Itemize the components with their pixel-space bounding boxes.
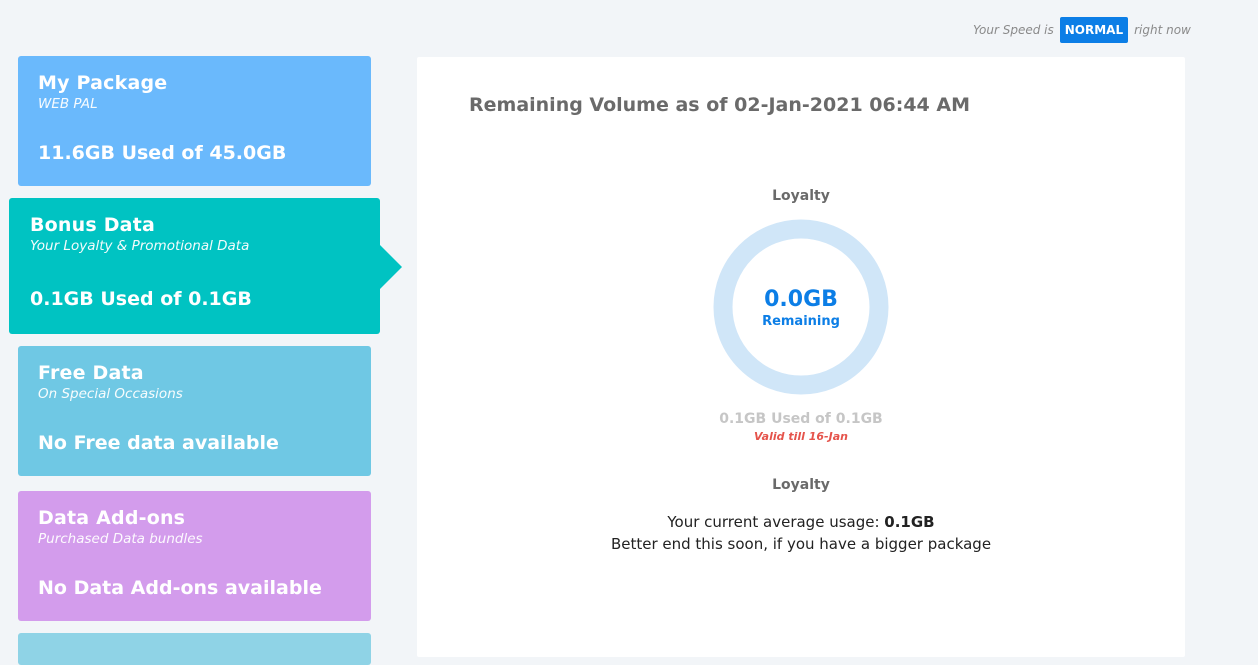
- free-data-card[interactable]: Free Data On Special Occasions No Free d…: [18, 346, 371, 476]
- card-usage: 0.1GB Used of 0.1GB: [30, 288, 252, 310]
- panel-title: Remaining Volume as of 02-Jan-2021 06:44…: [469, 94, 970, 116]
- speed-prefix: Your Speed is: [973, 23, 1054, 37]
- card-subtitle: Purchased Data bundles: [38, 531, 203, 547]
- card-subtitle: Your Loyalty & Promotional Data: [30, 238, 250, 254]
- bonus-data-card[interactable]: Bonus Data Your Loyalty & Promotional Da…: [9, 198, 402, 334]
- card-usage: No Data Add-ons available: [38, 577, 322, 599]
- card-subtitle: On Special Occasions: [38, 386, 183, 402]
- ring-label-top: Loyalty: [772, 188, 830, 204]
- ring-value: 0.0GB: [764, 287, 838, 312]
- speed-suffix: right now: [1134, 23, 1191, 37]
- advice-text: Better end this soon, if you have a bigg…: [610, 535, 992, 553]
- card-title: Data Add-ons: [38, 507, 186, 529]
- speed-status-badge: NORMAL: [1059, 17, 1129, 43]
- validity-text: Valid till 16-Jan: [754, 430, 848, 443]
- volume-panel: Remaining Volume as of 02-Jan-2021 06:44…: [417, 57, 1185, 657]
- selected-arrow-icon: [380, 245, 402, 289]
- card-usage: No Free data available: [38, 432, 279, 454]
- data-addons-card[interactable]: Data Add-ons Purchased Data bundles No D…: [18, 491, 371, 621]
- used-summary: 0.1GB Used of 0.1GB: [719, 411, 883, 427]
- next-card[interactable]: [18, 633, 371, 665]
- ring-sub-label: Remaining: [762, 314, 840, 329]
- remaining-ring: 0.0GB Remaining: [713, 219, 889, 395]
- card-title: Free Data: [38, 362, 144, 384]
- average-usage-value: 0.1GB: [884, 513, 935, 531]
- average-usage-label: Your current average usage:: [667, 513, 885, 531]
- card-usage: 11.6GB Used of 45.0GB: [38, 142, 287, 164]
- ring-label-bottom: Loyalty: [772, 477, 830, 493]
- card-title: Bonus Data: [30, 214, 156, 236]
- speed-indicator: Your Speed is NORMAL right now: [973, 17, 1191, 43]
- card-title: My Package: [38, 72, 168, 94]
- my-package-card[interactable]: My Package WEB PAL 11.6GB Used of 45.0GB: [18, 56, 371, 186]
- average-usage: Your current average usage: 0.1GB: [417, 513, 1185, 531]
- card-subtitle: WEB PAL: [38, 96, 98, 112]
